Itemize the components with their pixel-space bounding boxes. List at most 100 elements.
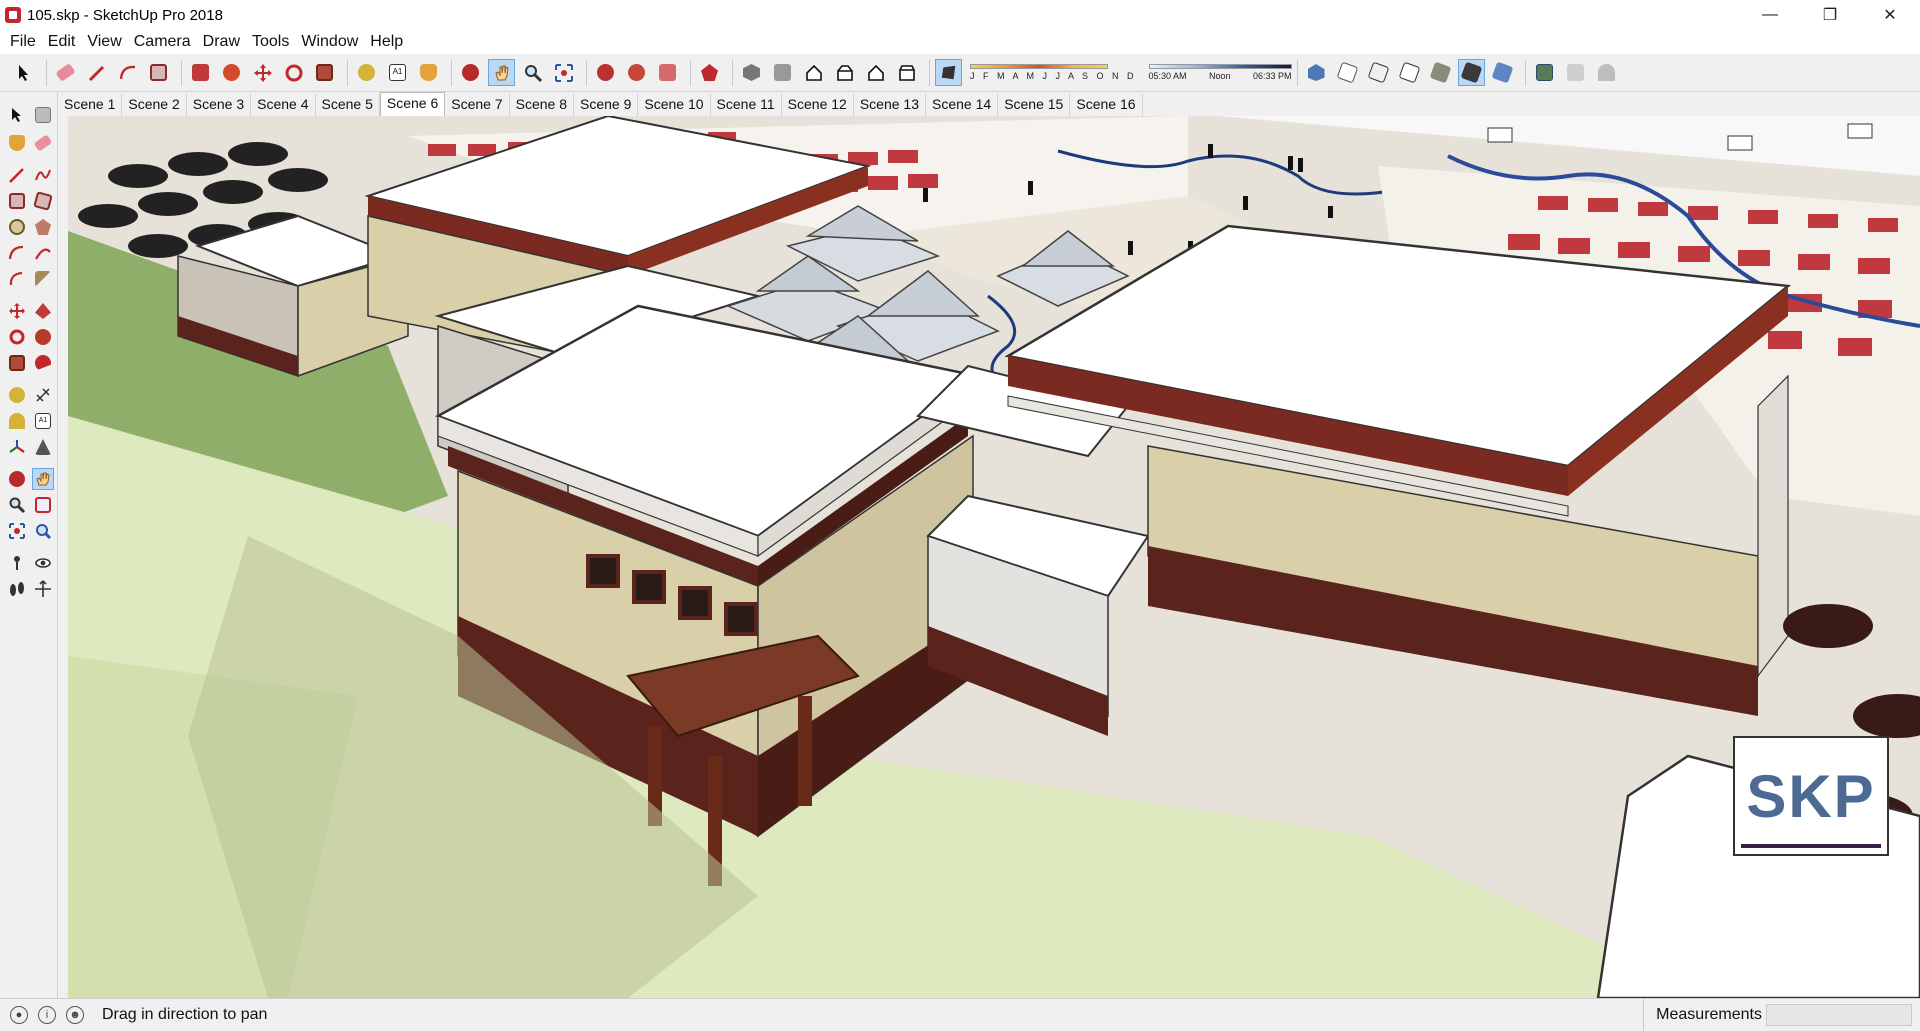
rectangle-tool-icon[interactable] (6, 190, 28, 212)
tab-scene-15[interactable]: Scene 15 (998, 94, 1071, 116)
iso-view-icon[interactable] (738, 59, 765, 86)
monochrome-style-icon[interactable] (1489, 59, 1516, 86)
two-point-arc-icon[interactable] (32, 242, 54, 264)
tab-scene-2[interactable]: Scene 2 (122, 94, 187, 116)
position-camera-icon[interactable] (6, 552, 28, 574)
look-around-icon[interactable] (32, 552, 54, 574)
text-tool-icon[interactable]: A1 (384, 59, 411, 86)
top-view-icon[interactable] (769, 59, 796, 86)
push-pull-icon[interactable] (32, 300, 54, 322)
menu-edit[interactable]: Edit (42, 33, 82, 51)
tab-scene-12[interactable]: Scene 12 (782, 94, 854, 116)
text-tool-icon[interactable]: A1 (32, 410, 54, 432)
tab-scene-10[interactable]: Scene 10 (638, 94, 711, 116)
tab-scene-16[interactable]: Scene 16 (1070, 94, 1143, 116)
dimension-tool-icon[interactable] (32, 384, 54, 406)
select-tool-icon[interactable] (6, 104, 28, 126)
tab-scene-1[interactable]: Scene 1 (58, 94, 123, 116)
tab-scene-5[interactable]: Scene 5 (316, 94, 380, 116)
arc-tool-icon[interactable] (6, 242, 28, 264)
shadows-toggle-icon[interactable] (935, 59, 962, 86)
scale-tool-icon[interactable] (311, 59, 338, 86)
tab-scene-14[interactable]: Scene 14 (926, 94, 999, 116)
restore-icon[interactable]: ❐ (1800, 0, 1860, 30)
left-view-icon[interactable] (893, 59, 920, 86)
paint-bucket-icon[interactable] (6, 132, 28, 154)
eraser-icon[interactable] (52, 59, 79, 86)
time-slider-bar[interactable] (1148, 64, 1292, 69)
move-tool-icon[interactable] (6, 300, 28, 322)
minimize-icon[interactable]: — (1740, 0, 1800, 30)
photo-textures-icon[interactable] (1593, 59, 1620, 86)
walk-tool-icon[interactable] (6, 578, 28, 600)
back-edges-style-icon[interactable] (1334, 59, 1361, 86)
axes-tool-icon[interactable] (6, 436, 28, 458)
menu-draw[interactable]: Draw (197, 33, 246, 51)
zoom-window-icon[interactable] (32, 494, 54, 516)
menu-camera[interactable]: Camera (128, 33, 197, 51)
credits-icon[interactable]: i (38, 1005, 56, 1024)
warehouse-icon[interactable] (592, 59, 619, 86)
tab-scene-11[interactable]: Scene 11 (711, 94, 782, 116)
tape-measure-icon[interactable] (6, 384, 28, 406)
add-location-icon[interactable] (1531, 59, 1558, 86)
pie-tool-icon[interactable] (32, 268, 54, 290)
arc-tool-icon[interactable] (114, 59, 141, 86)
menu-view[interactable]: View (81, 33, 127, 51)
tab-scene-13[interactable]: Scene 13 (854, 94, 927, 116)
month-slider-bar[interactable] (970, 64, 1108, 69)
rotate-tool-icon[interactable] (6, 326, 28, 348)
select-tool-icon[interactable] (10, 59, 37, 86)
push-pull-icon[interactable] (187, 59, 214, 86)
toggle-terrain-icon[interactable] (1562, 59, 1589, 86)
rectangle-tool-icon[interactable] (145, 59, 172, 86)
zoom-tool-icon[interactable] (6, 494, 28, 516)
menu-file[interactable]: File (4, 33, 42, 51)
close-icon[interactable]: ✕ (1860, 0, 1920, 30)
tab-scene-9[interactable]: Scene 9 (574, 94, 639, 116)
3d-text-icon[interactable] (32, 436, 54, 458)
tape-measure-icon[interactable] (353, 59, 380, 86)
xray-style-icon[interactable] (1303, 59, 1330, 86)
tab-scene-6[interactable]: Scene 6 (379, 92, 446, 116)
back-view-icon[interactable] (862, 59, 889, 86)
measurements-input[interactable] (1766, 1004, 1912, 1026)
shaded-style-icon[interactable] (1427, 59, 1454, 86)
shadow-time-slider[interactable]: 05:30 AM Noon 06:33 PM (1148, 64, 1292, 81)
move-tool-icon[interactable] (249, 59, 276, 86)
orbit-tool-icon[interactable] (457, 59, 484, 86)
three-point-arc-icon[interactable] (6, 268, 28, 290)
offset-tool-icon[interactable] (32, 352, 54, 374)
user-account-icon[interactable]: ☻ (66, 1005, 84, 1024)
tab-scene-3[interactable]: Scene 3 (187, 94, 252, 116)
tab-scene-8[interactable]: Scene 8 (510, 94, 574, 116)
front-view-icon[interactable] (800, 59, 827, 86)
section-plane-icon[interactable] (32, 578, 54, 600)
extension-warehouse-icon[interactable] (623, 59, 650, 86)
tab-scene-7[interactable]: Scene 7 (445, 94, 510, 116)
zoom-extents-icon[interactable] (6, 520, 28, 542)
follow-me-icon[interactable] (32, 326, 54, 348)
share-model-icon[interactable] (654, 59, 681, 86)
wireframe-style-icon[interactable] (1365, 59, 1392, 86)
menu-help[interactable]: Help (364, 33, 409, 51)
hidden-line-style-icon[interactable] (1396, 59, 1423, 86)
zoom-tool-icon[interactable] (519, 59, 546, 86)
previous-view-icon[interactable] (32, 520, 54, 542)
polygon-tool-icon[interactable] (32, 216, 54, 238)
eraser-icon[interactable] (32, 132, 54, 154)
shadow-date-slider[interactable]: J F M A M J J A S O N D (970, 64, 1137, 81)
paint-bucket-icon[interactable] (415, 59, 442, 86)
pan-tool-icon[interactable] (488, 59, 515, 86)
rotate-tool-icon[interactable] (280, 59, 307, 86)
extension-manager-icon[interactable] (696, 59, 723, 86)
line-tool-icon[interactable] (6, 164, 28, 186)
tab-scene-4[interactable]: Scene 4 (251, 94, 316, 116)
protractor-icon[interactable] (6, 410, 28, 432)
model-viewport[interactable]: SKP (68, 116, 1920, 998)
menu-window[interactable]: Window (295, 33, 364, 51)
pan-tool-icon[interactable] (32, 468, 54, 490)
circle-tool-icon[interactable] (6, 216, 28, 238)
geolocation-icon[interactable]: ● (10, 1005, 28, 1024)
freehand-tool-icon[interactable] (32, 164, 54, 186)
